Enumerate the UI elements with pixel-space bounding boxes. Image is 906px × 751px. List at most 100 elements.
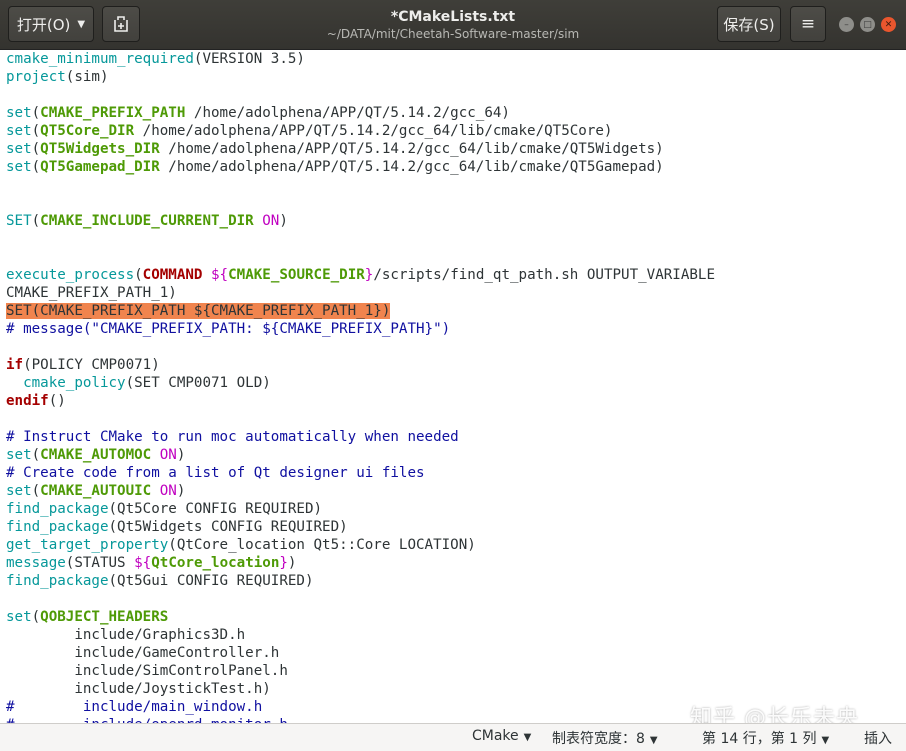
code-line: include/SimControlPanel.h: [6, 662, 906, 680]
code-token: message: [6, 555, 66, 571]
code-line: get_target_property(QtCore_location Qt5:…: [6, 536, 906, 554]
code-token: if: [6, 357, 24, 373]
close-button[interactable]: ✕: [881, 17, 896, 32]
hamburger-menu-icon: ≡: [800, 14, 816, 34]
code-token: (: [31, 609, 41, 625]
code-line: # Create code from a list of Qt designer…: [6, 464, 906, 482]
menu-button[interactable]: ≡: [790, 6, 826, 42]
code-token: (Qt5Gui CONFIG REQUIRED): [108, 573, 314, 589]
language-selector[interactable]: CMake ▼: [472, 728, 531, 744]
code-token: /home/adolphena/APP/QT/5.14.2/gcc_64/lib…: [134, 123, 613, 139]
code-line: SET(CMAKE_PREFIX_PATH ${CMAKE_PREFIX_PAT…: [6, 302, 906, 320]
text-editor[interactable]: cmake_minimum_required(VERSION 3.5) proje…: [0, 50, 906, 723]
code-token: (Qt5Widgets CONFIG REQUIRED): [108, 519, 348, 535]
cursor-position-label: 第 14 行，第 1 列: [702, 731, 817, 747]
tab-width-label: 制表符宽度：8: [552, 731, 645, 747]
maximize-icon: □: [863, 19, 872, 30]
code-token: QT5Core_DIR: [40, 123, 135, 139]
code-token: }: [279, 555, 288, 571]
code-token: ${: [134, 555, 152, 571]
code-token: find_package: [6, 573, 109, 589]
code-token: (: [31, 483, 41, 499]
code-line: execute_process(COMMAND ${CMAKE_SOURCE_D…: [6, 266, 906, 284]
maximize-button[interactable]: □: [860, 17, 875, 32]
code-token: ): [287, 555, 297, 571]
code-token: /home/adolphena/APP/QT/5.14.2/gcc_64): [185, 105, 510, 121]
code-token: # Create code from a list of Qt designer…: [6, 465, 425, 481]
code-token: (): [48, 393, 66, 409]
open-button[interactable]: 打开(O) ▼: [8, 6, 94, 42]
new-document-button[interactable]: [102, 6, 140, 42]
code-token: (: [31, 447, 41, 463]
minimize-icon: –: [844, 19, 849, 30]
code-token: ${: [211, 267, 229, 283]
code-token: get_target_property: [6, 537, 169, 553]
code-token: QT5Widgets_DIR: [40, 141, 160, 157]
code-line: SET(CMAKE_INCLUDE_CURRENT_DIR ON): [6, 212, 906, 230]
code-token: (: [31, 213, 41, 229]
code-text[interactable]: cmake_minimum_required(VERSION 3.5) proje…: [0, 50, 906, 723]
code-token: (QtCore_location Qt5::Core LOCATION): [168, 537, 476, 553]
code-token: # Instruct CMake to run moc automaticall…: [6, 429, 459, 445]
code-line: # Instruct CMake to run moc automaticall…: [6, 428, 906, 446]
code-token: (Qt5Core CONFIG REQUIRED): [108, 501, 323, 517]
code-token: endif: [6, 393, 49, 409]
code-token: ON: [159, 483, 177, 499]
code-token: SET(CMAKE_PREFIX_PATH ${CMAKE_PREFIX_PAT…: [6, 303, 391, 319]
code-token: /home/adolphena/APP/QT/5.14.2/gcc_64/lib…: [159, 159, 664, 175]
code-token: include/GameController.h: [6, 645, 280, 661]
code-token: set: [6, 609, 32, 625]
code-token: CMAKE_AUTOMOC: [40, 447, 152, 463]
code-token: /scripts/find_qt_path.sh OUTPUT_VARIABLE: [373, 267, 715, 283]
tab-width-selector[interactable]: 制表符宽度：8 ▼: [552, 728, 658, 748]
minimize-button[interactable]: –: [839, 17, 854, 32]
close-icon: ✕: [884, 19, 893, 30]
code-line: include/Graphics3D.h: [6, 626, 906, 644]
code-token: cmake_minimum_required: [6, 51, 194, 67]
code-token: CMAKE_PREFIX_PATH: [40, 105, 186, 121]
code-token: QtCore_location: [151, 555, 280, 571]
chevron-down-icon: ▼: [77, 18, 86, 30]
cursor-position-selector[interactable]: 第 14 行，第 1 列 ▼: [702, 728, 829, 748]
code-line: find_package(Qt5Widgets CONFIG REQUIRED): [6, 518, 906, 536]
chevron-down-icon: ▼: [523, 732, 532, 743]
code-line: CMAKE_PREFIX_PATH_1): [6, 284, 906, 302]
code-line: find_package(Qt5Gui CONFIG REQUIRED): [6, 572, 906, 590]
code-line: if(POLICY CMP0071): [6, 356, 906, 374]
save-button[interactable]: 保存(S): [717, 6, 781, 42]
code-token: set: [6, 105, 32, 121]
code-token: execute_process: [6, 267, 135, 283]
code-token: (: [31, 159, 41, 175]
code-token: CMAKE_AUTOUIC: [40, 483, 152, 499]
code-token: ON: [262, 213, 280, 229]
code-token: set: [6, 483, 32, 499]
code-line: cmake_minimum_required(VERSION 3.5): [6, 50, 906, 68]
window-title: *CMakeLists.txt: [390, 9, 516, 25]
code-token: include/SimControlPanel.h: [6, 663, 288, 679]
code-token: find_package: [6, 501, 109, 517]
code-token: set: [6, 123, 32, 139]
code-token: include/JoystickTest.h): [6, 681, 271, 697]
insert-mode-indicator: 插入: [864, 731, 892, 747]
code-token: (POLICY CMP0071): [23, 357, 160, 373]
code-line: set(CMAKE_PREFIX_PATH /home/adolphena/AP…: [6, 104, 906, 122]
new-document-icon: [114, 16, 128, 32]
window-title-area: *CMakeLists.txt ~/DATA/mit/Cheetah-Softw…: [300, 8, 606, 42]
code-token: ): [279, 213, 288, 229]
window-subtitle: ~/DATA/mit/Cheetah-Software-master/sim: [326, 27, 580, 41]
code-line: endif(): [6, 392, 906, 410]
chevron-down-icon: ▼: [821, 735, 830, 746]
language-label: CMake: [472, 728, 519, 744]
code-token: include/Graphics3D.h: [6, 627, 246, 643]
code-token: (sim): [65, 69, 109, 85]
code-token: /home/adolphena/APP/QT/5.14.2/gcc_64/lib…: [159, 141, 664, 157]
